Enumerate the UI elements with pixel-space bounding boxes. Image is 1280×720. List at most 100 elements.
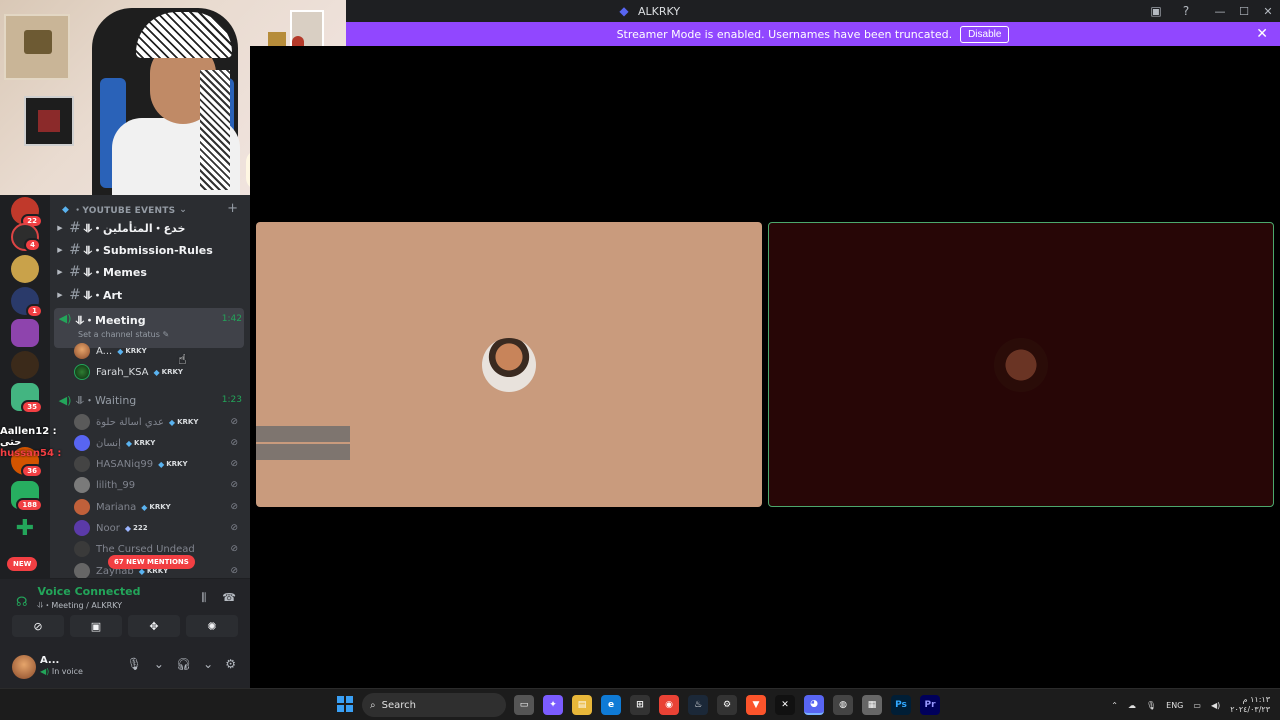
gem-icon: ◆: [124, 523, 131, 533]
noise-suppression-icon[interactable]: ⫼: [201, 591, 206, 605]
camera-off-button[interactable]: ⊘: [12, 615, 64, 637]
server-icon[interactable]: 4: [11, 223, 41, 252]
voice-user[interactable]: عدي اسالة حلوة ◆ KRKY ⊘: [74, 412, 240, 432]
wall-frame: [24, 96, 74, 146]
activities-button[interactable]: ✥: [128, 615, 180, 637]
start-button[interactable]: [337, 696, 353, 712]
discord-icon[interactable]: ◕: [804, 695, 824, 715]
text-channel[interactable]: ▶ # ⥥・Memes: [54, 261, 244, 283]
voice-user[interactable]: Mariana ◆ KRKY ⊘: [74, 497, 240, 517]
deafened-icon: ⊘: [230, 438, 238, 448]
avatar[interactable]: [12, 655, 36, 679]
deafened-icon: ⊘: [230, 544, 238, 554]
deafened-icon: ⊘: [230, 502, 238, 512]
text-channel[interactable]: ▶ # ⥥・Art: [54, 284, 244, 306]
maximize-button[interactable]: ☐: [1232, 0, 1256, 22]
cloud-icon[interactable]: ☁: [1128, 701, 1136, 710]
network-icon[interactable]: ▭: [1193, 701, 1201, 710]
microphone-icon[interactable]: 🎙︎: [127, 657, 142, 671]
add-server-icon[interactable]: ✚: [11, 515, 39, 543]
gear-icon[interactable]: ⚙: [225, 657, 236, 671]
taskbar-search[interactable]: ⌕ Search: [362, 693, 506, 717]
voice-stage: [250, 46, 1280, 688]
edge-icon[interactable]: e: [601, 695, 621, 715]
user-status: ◀) In voice: [40, 667, 83, 676]
voice-channel-link[interactable]: ⥥・Meeting / ALKRKY: [38, 600, 141, 611]
steam-icon[interactable]: ♨: [688, 695, 708, 715]
chevron-right-icon: ▶: [57, 268, 63, 276]
server-icon[interactable]: [11, 351, 39, 379]
participant-tile-speaking[interactable]: [768, 222, 1274, 507]
voice-user[interactable]: lilith_99 ⊘: [74, 475, 240, 495]
gem-icon: ◆: [125, 438, 133, 448]
chevron-down-icon[interactable]: ⌄: [203, 657, 213, 671]
disable-streamer-mode-button[interactable]: Disable: [960, 25, 1010, 43]
copilot-icon[interactable]: ✦: [543, 695, 563, 715]
store-icon[interactable]: ⊞: [630, 695, 650, 715]
taskbar: ⌕ Search ▭ ✦ ▤ e ⊞ ◉ ♨ ⚙ ▼ ✕ ◕ ◍ ▦ Ps Pr…: [0, 688, 1280, 720]
gem-icon: ◆: [158, 459, 165, 469]
voice-channel-waiting[interactable]: ◀) ⥥・Waiting 1:23: [54, 389, 244, 411]
task-view-icon[interactable]: ▭: [514, 695, 534, 715]
text-channel[interactable]: ▶ # ⥥・خدع・المتأملين: [54, 217, 244, 239]
signal-icon[interactable]: ☊: [16, 595, 28, 610]
hash-icon: #: [69, 220, 81, 236]
server-icon[interactable]: 188: [11, 481, 43, 512]
new-mentions-badge[interactable]: 67 NEW MENTIONS: [108, 555, 195, 569]
app-icon[interactable]: ◍: [833, 695, 853, 715]
participant-avatar: [482, 337, 536, 392]
voice-user[interactable]: HASANiq99 ◆ KRKY ⊘: [74, 454, 240, 474]
server-icon[interactable]: 22: [11, 197, 43, 228]
text-channel[interactable]: ▶ # ⥥・Submission-Rules: [54, 239, 244, 261]
screen-share-button[interactable]: ▣: [70, 615, 122, 637]
channel-status[interactable]: Set a channel status ✎: [78, 330, 169, 339]
redacted-overlay: [256, 426, 350, 462]
add-channel-icon[interactable]: +: [227, 201, 238, 216]
avatar: [74, 343, 90, 359]
category-header[interactable]: ◆ ・YOUTUBE EVENTS ⌄: [62, 203, 187, 217]
clock[interactable]: ١١:١٣ م ٢٠٢٤/٠٣/٢٣: [1230, 695, 1270, 715]
voice-user[interactable]: Noor ◆ 222 ⊘: [74, 518, 240, 538]
language-indicator[interactable]: ENG: [1166, 701, 1183, 710]
disconnect-icon[interactable]: ☎: [222, 591, 236, 605]
chevron-down-icon[interactable]: ⌄: [154, 657, 164, 671]
deafened-icon: ⊘: [230, 480, 238, 490]
server-icon[interactable]: 35: [11, 383, 43, 414]
volume-icon[interactable]: ◀): [1211, 701, 1220, 710]
screen-share-icon: ▣: [90, 619, 102, 633]
server-icon[interactable]: [11, 319, 39, 347]
participant-tile[interactable]: [256, 222, 762, 507]
voice-user[interactable]: Farah_KSA ◆ KRKY: [74, 362, 240, 382]
brave-icon[interactable]: ▼: [746, 695, 766, 715]
photoshop-icon[interactable]: Ps: [891, 695, 911, 715]
inbox-icon[interactable]: ▣: [1148, 3, 1164, 19]
soundboard-button[interactable]: ✺: [186, 615, 238, 637]
microphone-icon[interactable]: 🎙︎: [1146, 701, 1156, 710]
capcut-icon[interactable]: ✕: [775, 695, 795, 715]
voice-user[interactable]: A... ◆ KRKY: [74, 341, 240, 361]
help-icon[interactable]: ?: [1178, 3, 1194, 19]
gem-icon: ◆: [141, 502, 148, 512]
chevron-up-icon[interactable]: ⌃: [1111, 701, 1118, 710]
overlay-chat: Aallen12 : حتى hussan54 :: [0, 426, 80, 460]
close-window-button[interactable]: ✕: [1256, 0, 1280, 22]
server-list: 22 4 1 35 36 188 ✚ NEW: [0, 195, 50, 578]
minimize-button[interactable]: —: [1208, 0, 1232, 22]
headphones-icon[interactable]: 🎧︎: [176, 657, 191, 671]
chevron-right-icon: ▶: [57, 291, 63, 299]
voice-user[interactable]: إنسان ◆ KRKY ⊘: [74, 433, 240, 453]
app-icon[interactable]: ▦: [862, 695, 882, 715]
settings-icon[interactable]: ⚙: [717, 695, 737, 715]
window-title: ALKRKY: [638, 4, 681, 18]
server-icon[interactable]: [11, 255, 39, 283]
avatar: [74, 477, 90, 493]
avatar: [74, 541, 90, 557]
chrome-icon[interactable]: ◉: [659, 695, 679, 715]
premiere-icon[interactable]: Pr: [920, 695, 940, 715]
new-badge[interactable]: NEW: [7, 557, 38, 571]
gem-icon: ◆: [168, 417, 176, 427]
server-icon[interactable]: 1: [11, 287, 43, 318]
close-icon[interactable]: ✕: [1256, 26, 1268, 42]
file-explorer-icon[interactable]: ▤: [572, 695, 592, 715]
streamer-mode-banner: Streamer Mode is enabled. Usernames have…: [346, 22, 1280, 46]
